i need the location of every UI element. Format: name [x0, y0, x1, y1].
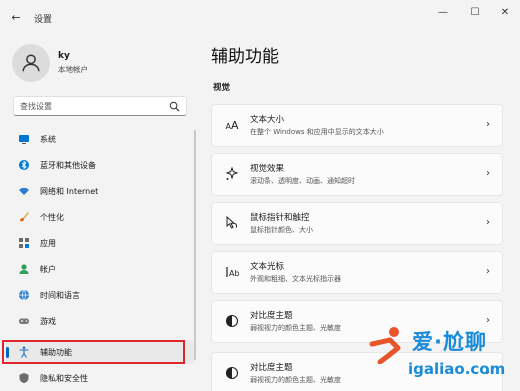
monitor-icon — [18, 133, 30, 145]
sidebar-item-label: 时间和语言 — [40, 291, 80, 300]
card-subtitle: 鼠标指针颜色、大小 — [250, 226, 313, 234]
pointer-icon — [224, 215, 240, 232]
sidebar-item-network[interactable]: 网络和 Internet — [6, 179, 194, 203]
search-box[interactable] — [13, 96, 187, 116]
section-heading: 视觉 — [213, 83, 231, 93]
close-button[interactable]: ✕ — [494, 6, 516, 20]
card-subtitle: 在整个 Windows 和应用中显示的文本大小 — [250, 128, 384, 136]
minimize-button[interactable]: — — [432, 6, 454, 20]
card-mouse-pointer[interactable]: 鼠标指针和触控 鼠标指针颜色、大小 › — [211, 202, 503, 245]
sidebar-item-personalization[interactable]: 个性化 — [6, 205, 194, 229]
card-title: 对比度主题 — [250, 311, 293, 321]
sidebar-item-label: 隐私和安全性 — [40, 374, 88, 383]
watermark: 爱·尬聊 igaliao.com — [368, 322, 520, 391]
search-input[interactable] — [20, 100, 160, 113]
gamepad-icon — [18, 315, 30, 327]
shield-icon — [18, 372, 30, 384]
card-title: 鼠标指针和触控 — [250, 213, 310, 223]
contrast-icon — [224, 366, 240, 382]
page-title: 辅助功能 — [211, 47, 279, 67]
user-name: ky — [58, 51, 70, 61]
sidebar-item-label: 个性化 — [40, 213, 64, 222]
sidebar-item-label: 蓝牙和其他设备 — [40, 161, 96, 170]
contrast-icon — [224, 314, 240, 330]
brush-icon — [18, 211, 30, 223]
sparkle-icon — [224, 166, 240, 183]
card-subtitle: 弱视视力的颜色主题、光敏度 — [250, 324, 341, 332]
card-title: 文本光标 — [250, 262, 285, 272]
watermark-brand: 爱·尬聊 — [412, 330, 487, 354]
card-title: 对比度主题 — [250, 363, 293, 373]
bluetooth-icon — [18, 159, 30, 171]
text-size-icon: AA — [225, 119, 239, 132]
card-subtitle: 弱视视力的颜色主题、光敏度 — [250, 376, 341, 384]
account-type: 本地帐户 — [58, 65, 88, 74]
sidebar-item-accounts[interactable]: 帐户 — [6, 257, 194, 281]
sidebar-item-time-language[interactable]: 时间和语言 — [6, 283, 194, 307]
wifi-icon — [18, 185, 30, 197]
chevron-right-icon: › — [486, 266, 490, 277]
sidebar-item-label: 游戏 — [40, 317, 56, 326]
text-cursor-icon: Ab — [224, 265, 240, 281]
back-button[interactable]: ← — [8, 10, 24, 26]
apps-icon — [18, 237, 30, 249]
chevron-right-icon: › — [486, 119, 490, 130]
app-title: 设置 — [34, 15, 53, 25]
sidebar-item-label: 帐户 — [40, 265, 56, 274]
sidebar-item-apps[interactable]: 应用 — [6, 231, 194, 255]
avatar — [12, 44, 50, 82]
sidebar-item-gaming[interactable]: 游戏 — [6, 309, 194, 333]
search-icon[interactable] — [169, 101, 180, 112]
sidebar-item-label: 网络和 Internet — [40, 187, 99, 196]
card-visual-effects[interactable]: 视觉效果 滚动条、透明度、动画、通知超时 › — [211, 153, 503, 196]
sidebar-item-privacy[interactable]: 隐私和安全性 — [6, 366, 194, 390]
card-subtitle: 滚动条、透明度、动画、通知超时 — [250, 177, 355, 185]
user-profile[interactable]: ky 本地帐户 — [12, 44, 192, 84]
person-icon — [22, 54, 40, 72]
svg-text:Ab: Ab — [229, 269, 239, 278]
globe-icon — [18, 289, 30, 301]
card-title: 视觉效果 — [250, 164, 285, 174]
card-title: 文本大小 — [250, 115, 285, 125]
sidebar-item-label: 应用 — [40, 239, 56, 248]
maximize-button[interactable]: ☐ — [464, 6, 486, 20]
sidebar-item-label: 系统 — [40, 135, 56, 144]
chevron-right-icon: › — [486, 168, 490, 179]
person-icon — [18, 263, 30, 275]
sidebar-item-bluetooth[interactable]: 蓝牙和其他设备 — [6, 153, 194, 177]
chevron-right-icon: › — [486, 217, 490, 228]
card-text-size[interactable]: AA 文本大小 在整个 Windows 和应用中显示的文本大小 › — [211, 104, 503, 147]
watermark-logo-icon — [369, 327, 401, 364]
highlight-box — [2, 340, 185, 364]
card-subtitle: 外观和粗细、文本光标指示器 — [250, 275, 341, 283]
sidebar-scrollbar[interactable] — [194, 130, 196, 360]
card-text-cursor[interactable]: Ab 文本光标 外观和粗细、文本光标指示器 › — [211, 251, 503, 294]
watermark-url: igaliao.com — [408, 360, 506, 378]
sidebar-item-system[interactable]: 系统 — [6, 127, 194, 151]
title-bar: ← 设置 — ☐ ✕ — [0, 0, 520, 36]
